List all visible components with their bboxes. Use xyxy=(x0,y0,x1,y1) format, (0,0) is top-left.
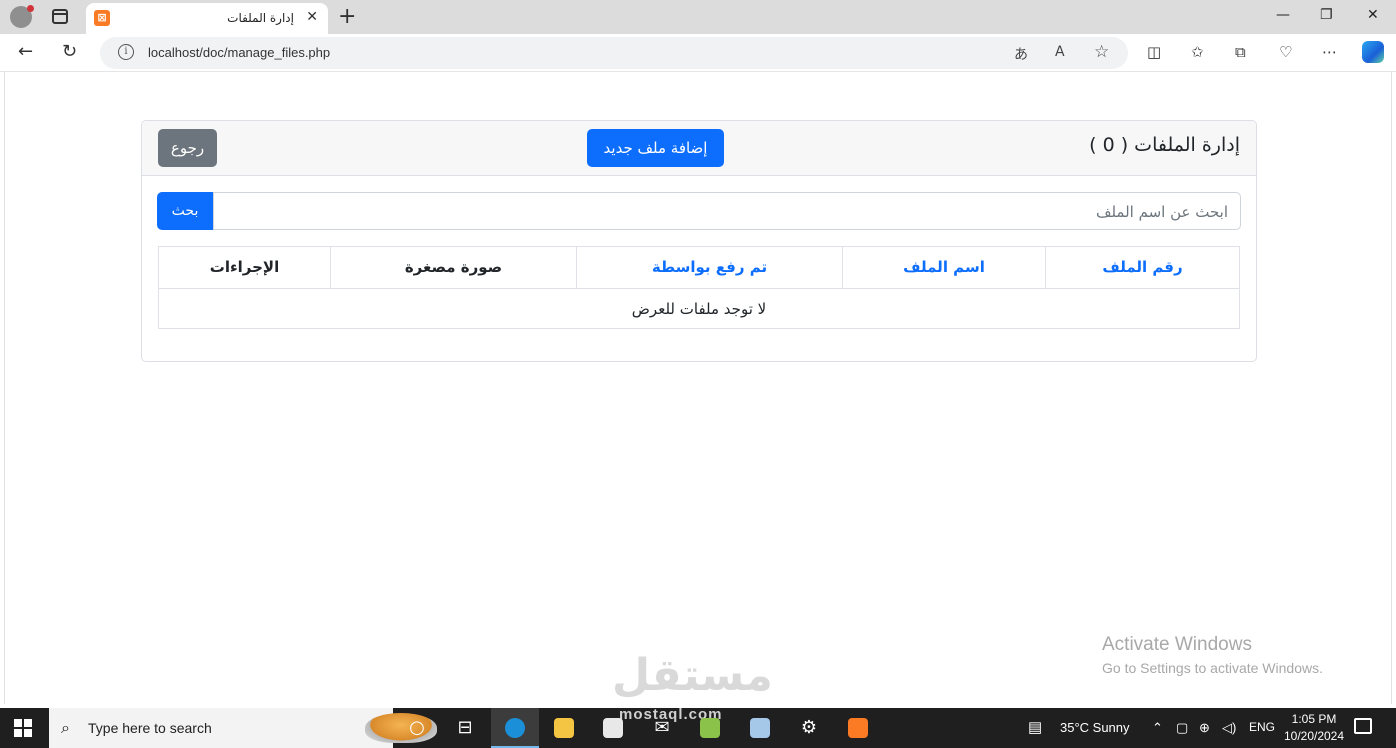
search-icon: ⌕ xyxy=(61,718,70,737)
activate-windows-title: Activate Windows xyxy=(1102,634,1252,655)
store-logo xyxy=(603,718,623,738)
favorite-icon[interactable]: ☆ xyxy=(1094,42,1109,62)
language-indicator[interactable]: ENG xyxy=(1249,720,1275,734)
store-icon[interactable] xyxy=(589,708,637,748)
translate-icon[interactable]: あ xyxy=(1014,44,1028,64)
column-header-uploaded-by[interactable]: تم رفع بواسطة xyxy=(576,247,842,288)
tab-actions-icon[interactable] xyxy=(52,9,68,24)
news-widget-icon[interactable]: ▤ xyxy=(1028,718,1042,736)
taskbar-search-box[interactable]: ⌕ Type here to search xyxy=(49,708,437,748)
mostaql-logo-watermark: مستقل xyxy=(612,650,773,701)
tab-title: إدارة الملفات xyxy=(227,11,294,25)
search-input[interactable]: ابحث عن اسم الملف xyxy=(213,192,1241,230)
volume-icon[interactable]: ◁) xyxy=(1222,720,1236,736)
cortana-icon[interactable]: ○ xyxy=(393,708,441,748)
activate-windows-subtitle: Go to Settings to activate Windows. xyxy=(1102,660,1323,676)
notepad-logo xyxy=(700,718,720,738)
notes-app-icon[interactable] xyxy=(736,708,784,748)
performance-icon[interactable]: ♡ xyxy=(1279,43,1292,61)
address-bar[interactable]: i localhost/doc/manage_files.php あ A ☆ xyxy=(100,37,1128,69)
taskbar-clock[interactable]: 1:05 PM 10/20/2024 xyxy=(1283,711,1345,745)
clock-time: 1:05 PM xyxy=(1291,712,1337,726)
notification-dot xyxy=(27,5,34,12)
task-view-icon[interactable]: ⊟ xyxy=(441,708,489,748)
split-screen-icon[interactable]: ◫ xyxy=(1147,43,1161,61)
weather-text[interactable]: 35°C Sunny xyxy=(1060,720,1130,735)
notepad-plus-icon[interactable] xyxy=(686,708,734,748)
meet-now-icon[interactable]: ▢ xyxy=(1176,720,1188,736)
page-title: إدارة الملفات ( 0 ) xyxy=(1089,134,1240,156)
column-header-thumbnail: صورة مصغرة xyxy=(330,247,576,288)
column-header-file-name[interactable]: اسم الملف xyxy=(842,247,1045,288)
page-viewport: إدارة الملفات ( 0 ) إضافة ملف جديد رجوع … xyxy=(4,72,1392,704)
column-header-actions: الإجراءات xyxy=(209,258,280,276)
xampp-taskbar-icon[interactable] xyxy=(834,708,882,748)
activate-windows-watermark: Activate Windows Go to Settings to activ… xyxy=(1102,634,1323,676)
copilot-icon[interactable] xyxy=(1362,41,1384,63)
info-icon[interactable]: i xyxy=(118,44,134,60)
favorites-icon[interactable]: ✩ xyxy=(1191,43,1204,61)
edge-taskbar-icon[interactable] xyxy=(491,708,539,748)
browser-tab-active[interactable]: ⊠ إدارة الملفات ✕ xyxy=(86,3,328,34)
tray-chevron-icon[interactable]: ⌃ xyxy=(1152,720,1163,736)
maximize-button[interactable]: ❐ xyxy=(1320,7,1333,23)
taskbar-search-placeholder: Type here to search xyxy=(88,720,212,736)
close-window-button[interactable]: ✕ xyxy=(1367,7,1379,23)
folder-logo xyxy=(554,718,574,738)
browser-toolbar: ← ↻ i localhost/doc/manage_files.php あ A… xyxy=(0,34,1396,72)
back-icon[interactable]: ← xyxy=(18,41,33,62)
search-form: ابحث عن اسم الملف بحث xyxy=(157,192,1241,230)
notification-center-icon[interactable] xyxy=(1354,718,1372,734)
more-icon[interactable]: ⋯ xyxy=(1322,43,1337,61)
files-table: رقم الملف اسم الملف تم رفع بواسطة صورة م… xyxy=(158,246,1240,329)
tab-close-icon[interactable]: ✕ xyxy=(306,9,318,25)
xampp-logo xyxy=(848,718,868,738)
network-icon[interactable]: ⊕ xyxy=(1199,720,1210,736)
notes-logo xyxy=(750,718,770,738)
settings-icon[interactable]: ⚙ xyxy=(785,708,833,748)
minimize-button[interactable]: — xyxy=(1276,7,1290,23)
browser-title-bar: ⊠ إدارة الملفات ✕ + — ❐ ✕ xyxy=(0,0,1396,34)
search-button[interactable]: بحث xyxy=(157,192,213,230)
edge-logo xyxy=(505,718,525,738)
file-explorer-icon[interactable] xyxy=(540,708,588,748)
add-file-button[interactable]: إضافة ملف جديد xyxy=(587,129,724,167)
mail-icon[interactable]: ✉ xyxy=(638,708,686,748)
back-button[interactable]: رجوع xyxy=(158,129,217,167)
collections-icon[interactable]: ⧉ xyxy=(1235,43,1246,61)
empty-table-message: لا توجد ملفات للعرض xyxy=(159,288,1239,328)
url-text[interactable]: localhost/doc/manage_files.php xyxy=(148,45,330,60)
refresh-icon[interactable]: ↻ xyxy=(62,41,77,62)
windows-start-icon[interactable] xyxy=(14,719,32,737)
clock-date: 10/20/2024 xyxy=(1283,729,1345,743)
column-header-file-number[interactable]: رقم الملف xyxy=(1045,247,1239,288)
windows-taskbar: ⌕ Type here to search mostaql.com ○ ⊟ ✉ … xyxy=(0,706,1396,748)
files-card: إدارة الملفات ( 0 ) إضافة ملف جديد رجوع … xyxy=(141,120,1257,362)
new-tab-button[interactable]: + xyxy=(338,4,356,29)
read-aloud-icon[interactable]: A xyxy=(1055,44,1065,60)
search-placeholder: ابحث عن اسم الملف xyxy=(1095,203,1228,221)
card-header: إدارة الملفات ( 0 ) إضافة ملف جديد رجوع xyxy=(142,121,1256,176)
profile-avatar[interactable] xyxy=(10,5,34,28)
xampp-favicon-icon: ⊠ xyxy=(94,10,110,26)
